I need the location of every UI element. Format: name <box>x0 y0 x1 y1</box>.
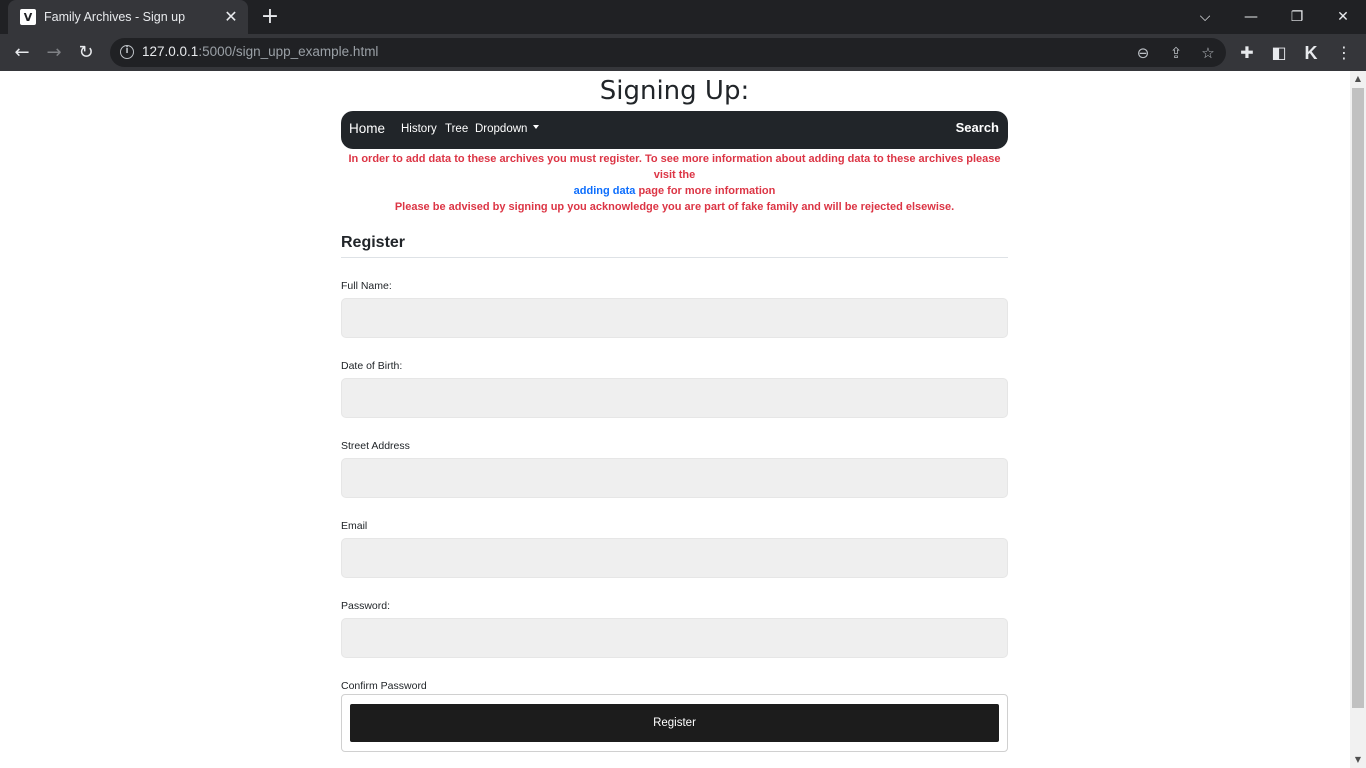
scroll-down-arrow-icon[interactable]: ▼ <box>1350 752 1366 768</box>
dob-group: Date of Birth: <box>341 354 1008 418</box>
browser-toolbar: ← → ↻ i 127.0.0.1:5000/sign_upp_example.… <box>0 34 1366 71</box>
registration-notice: In order to add data to these archives y… <box>341 151 1008 215</box>
close-window-icon[interactable]: ✕ <box>1320 0 1366 34</box>
page-viewport: Signing Up: Home History Tree Dropdown S… <box>0 71 1350 768</box>
browser-tab[interactable]: V Family Archives - Sign up ✕ <box>8 0 248 34</box>
forward-icon[interactable]: → <box>41 40 67 66</box>
page-title: Signing Up: <box>599 76 750 106</box>
tab-search-icon[interactable]: ⌵ <box>1182 0 1228 34</box>
full-name-label: Full Name: <box>341 280 392 292</box>
notice-line-1: In order to add data to these archives y… <box>348 153 1001 181</box>
page-scrollbar[interactable]: ▲ ▼ <box>1350 71 1366 768</box>
profile-k-icon[interactable]: K <box>1300 42 1322 64</box>
nav-search-link[interactable]: Search <box>956 120 999 135</box>
password-group: Password: <box>341 594 1008 658</box>
back-icon[interactable]: ← <box>9 40 35 66</box>
main-container: Signing Up: Home History Tree Dropdown S… <box>341 71 1008 752</box>
email-label: Email <box>341 520 368 532</box>
new-tab-button[interactable]: + <box>258 5 282 29</box>
notice-line-3: Please be advised by signing up you ackn… <box>394 201 955 213</box>
street-address-group: Street Address <box>341 434 1008 498</box>
scrollbar-thumb[interactable] <box>1352 88 1364 708</box>
email-group: Email <box>341 514 1008 578</box>
email-input[interactable] <box>341 538 1008 578</box>
full-name-group: Full Name: <box>341 274 1008 338</box>
register-heading: Register <box>341 234 1008 258</box>
tab-title: Family Archives - Sign up <box>44 10 186 24</box>
extensions-puzzle-icon[interactable]: ✚ <box>1236 42 1258 64</box>
street-address-input[interactable] <box>341 458 1008 498</box>
favicon-icon: V <box>20 9 36 25</box>
close-tab-icon[interactable]: ✕ <box>222 8 240 26</box>
full-name-input[interactable] <box>341 298 1008 338</box>
menu-kebab-icon[interactable]: ⋮ <box>1333 42 1355 64</box>
caret-down-icon <box>533 124 540 129</box>
scroll-up-arrow-icon[interactable]: ▲ <box>1350 71 1366 87</box>
password-input[interactable] <box>341 618 1008 658</box>
address-bar[interactable]: i 127.0.0.1:5000/sign_upp_example.html ⊖… <box>110 38 1226 67</box>
street-address-label: Street Address <box>341 440 410 452</box>
url-text[interactable]: 127.0.0.1:5000/sign_upp_example.html <box>142 44 378 59</box>
reload-icon[interactable]: ↻ <box>73 40 99 66</box>
nav-home-link[interactable]: Home <box>349 121 385 136</box>
dob-label: Date of Birth: <box>341 360 403 372</box>
site-info-icon[interactable]: i <box>120 45 134 59</box>
side-panel-icon[interactable]: ◧ <box>1268 42 1290 64</box>
submit-wrapper: Register <box>341 694 1008 752</box>
nav-dropdown-toggle[interactable]: Dropdown <box>475 123 540 135</box>
share-icon[interactable]: ⇪ <box>1166 43 1186 63</box>
minimize-icon[interactable]: — <box>1228 0 1274 34</box>
zoom-icon[interactable]: ⊖ <box>1133 43 1153 63</box>
bookmark-star-icon[interactable]: ☆ <box>1198 43 1218 63</box>
confirm-password-label: Confirm Password <box>341 680 427 692</box>
register-button[interactable]: Register <box>350 704 999 742</box>
register-form: Full Name: Date of Birth: Street Address… <box>341 274 1008 738</box>
nav-history-link[interactable]: History <box>401 123 437 135</box>
notice-line-2: adding data page for more information <box>573 185 776 197</box>
password-label: Password: <box>341 600 391 612</box>
restore-icon[interactable]: ❐ <box>1274 0 1320 34</box>
nav-tree-link[interactable]: Tree <box>445 123 468 135</box>
top-navbar: Home History Tree Dropdown Search <box>341 111 1008 149</box>
browser-tab-bar: V Family Archives - Sign up ✕ + ⌵ — ❐ ✕ <box>0 0 1366 34</box>
adding-data-link[interactable]: adding data <box>574 185 636 197</box>
dob-input[interactable] <box>341 378 1008 418</box>
